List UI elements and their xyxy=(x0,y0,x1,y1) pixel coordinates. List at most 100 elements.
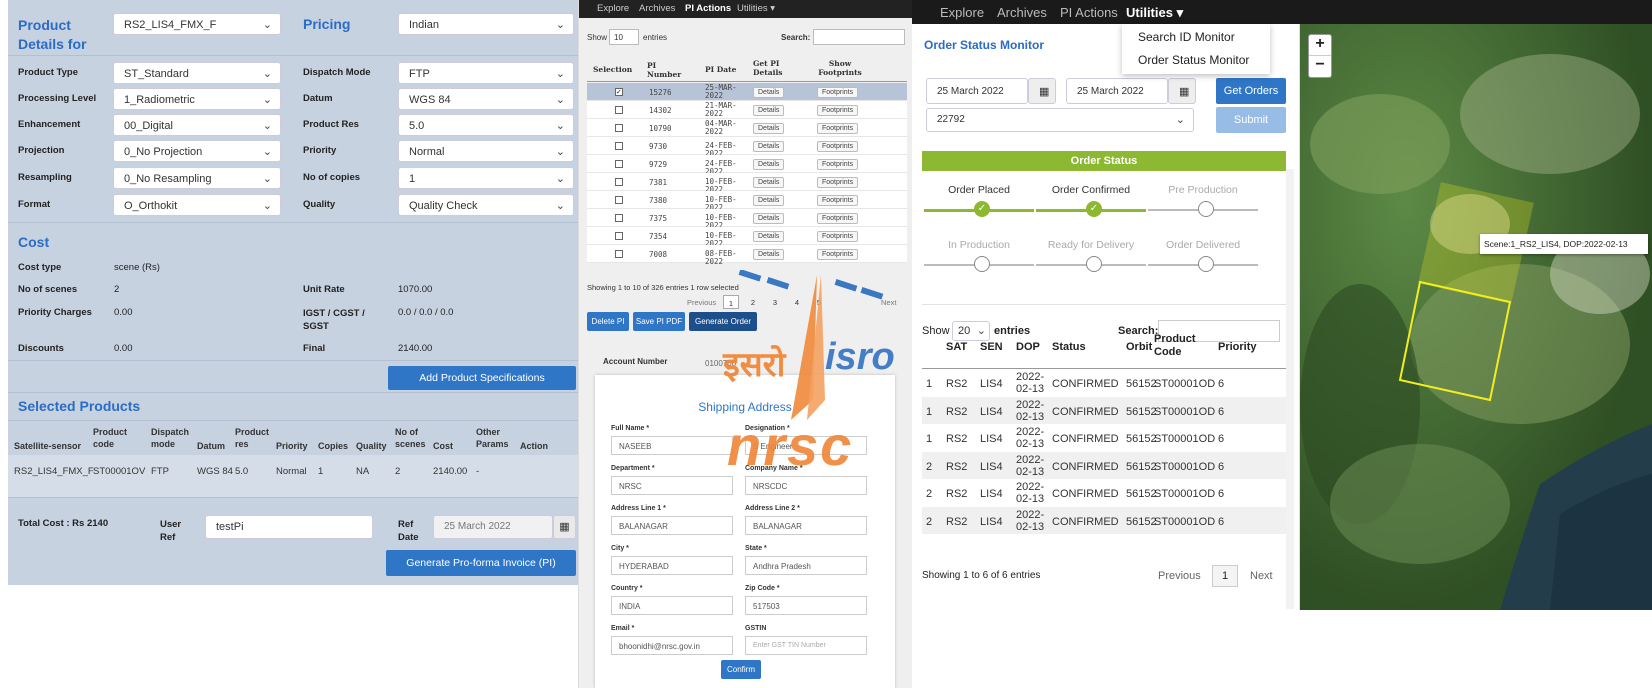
zoom-in-button[interactable]: + xyxy=(1309,35,1331,56)
footprints-button[interactable]: Footprints xyxy=(817,123,859,134)
field-select[interactable]: O_Orthokit ⌄ xyxy=(113,194,281,216)
menu-item-order-status-monitor[interactable]: Order Status Monitor xyxy=(1138,53,1249,67)
details-button[interactable]: Details xyxy=(753,213,785,224)
next-page[interactable]: Next xyxy=(881,298,896,307)
field-input[interactable]: 517503 xyxy=(745,596,867,615)
delete-pi-button[interactable]: Delete PI xyxy=(587,312,629,331)
field-input[interactable]: NASEEB xyxy=(611,436,733,455)
pricing-select[interactable]: Indian ⌄ xyxy=(398,13,574,35)
row-checkbox[interactable] xyxy=(615,214,623,222)
entries-select[interactable]: 10 xyxy=(609,29,639,45)
page-2[interactable]: 2 xyxy=(745,295,761,309)
field-select[interactable]: 1 ⌄ xyxy=(398,167,574,189)
field-select[interactable]: 5.0 ⌄ xyxy=(398,114,574,136)
row-checkbox[interactable] xyxy=(615,178,623,186)
footprints-button[interactable]: Footprints xyxy=(817,105,859,116)
confirm-button[interactable]: Confirm xyxy=(721,660,761,679)
to-date-input[interactable]: 25 March 2022 xyxy=(1066,78,1168,104)
row-checkbox[interactable]: ✓ xyxy=(615,88,623,96)
footprints-button[interactable]: Footprints xyxy=(817,159,859,170)
details-button[interactable]: Details xyxy=(753,195,785,206)
from-date-input[interactable]: 25 March 2022 xyxy=(926,78,1028,104)
entries-select[interactable]: 20 ⌄ xyxy=(952,321,990,341)
search-input[interactable] xyxy=(813,29,905,45)
ref-date-input[interactable]: 25 March 2022 xyxy=(433,515,553,539)
zoom-out-button[interactable]: − xyxy=(1309,56,1331,77)
pi-table-row[interactable]: 9729 24-FEB-2022 Details Footprints xyxy=(587,155,907,176)
page-1[interactable]: 1 xyxy=(1212,565,1238,587)
footprints-button[interactable]: Footprints xyxy=(817,87,859,98)
row-checkbox[interactable] xyxy=(615,142,623,150)
row-checkbox[interactable] xyxy=(615,250,623,258)
nav-explore[interactable]: Explore xyxy=(597,3,629,14)
row-checkbox[interactable] xyxy=(615,160,623,168)
pi-table-row[interactable]: 7380 10-FEB-2022 Details Footprints xyxy=(587,191,907,212)
footprints-button[interactable]: Footprints xyxy=(817,141,859,152)
calendar-icon[interactable]: ▦ xyxy=(1028,78,1056,104)
field-select[interactable]: Normal ⌄ xyxy=(398,140,574,162)
page-3[interactable]: 3 xyxy=(767,295,783,309)
field-select[interactable]: FTP ⌄ xyxy=(398,62,574,84)
pi-table-row[interactable]: ✓ 15276 25-MAR-2022 Details Footprints xyxy=(587,83,907,101)
generate-order-button[interactable]: Generate Order xyxy=(689,312,757,331)
row-checkbox[interactable] xyxy=(615,106,623,114)
field-select[interactable]: 00_Digital ⌄ xyxy=(113,114,281,136)
order-id-select[interactable]: 22792 ⌄ xyxy=(926,108,1194,132)
prev-page[interactable]: Previous xyxy=(1158,570,1201,582)
calendar-icon[interactable]: ▦ xyxy=(1168,78,1196,104)
field-select[interactable]: ST_Standard ⌄ xyxy=(113,62,281,84)
nav-pi-actions[interactable]: PI Actions xyxy=(685,3,731,14)
menu-item-search-id-monitor[interactable]: Search ID Monitor xyxy=(1138,30,1235,44)
nav-pi-actions[interactable]: PI Actions xyxy=(1060,5,1118,20)
pi-table-row[interactable]: 10790 04-MAR-2022 Details Footprints xyxy=(587,119,907,137)
field-input[interactable]: Enter GST TIN Number xyxy=(745,636,867,655)
page-4[interactable]: 4 xyxy=(789,295,805,309)
footprints-button[interactable]: Footprints xyxy=(817,177,859,188)
footprints-button[interactable]: Footprints xyxy=(817,231,859,242)
next-page[interactable]: Next xyxy=(1250,570,1273,582)
row-checkbox[interactable] xyxy=(615,232,623,240)
field-input[interactable]: INDIA xyxy=(611,596,733,615)
generate-pi-button[interactable]: Generate Pro-forma Invoice (PI) xyxy=(386,550,576,576)
field-input[interactable]: NRSCDC xyxy=(745,476,867,495)
field-select[interactable]: 1_Radiometric ⌄ xyxy=(113,88,281,110)
field-select[interactable]: WGS 84 ⌄ xyxy=(398,88,574,110)
pi-table-row[interactable]: 14302 21-MAR-2022 Details Footprints xyxy=(587,101,907,119)
scrollbar[interactable] xyxy=(1286,169,1294,609)
details-button[interactable]: Details xyxy=(753,231,785,242)
field-input[interactable]: HYDERABAD xyxy=(611,556,733,575)
nav-utilities[interactable]: Utilities ▾ xyxy=(737,3,775,14)
product-select[interactable]: RS2_LIS4_FMX_F ⌄ xyxy=(113,13,281,35)
details-button[interactable]: Details xyxy=(753,249,785,260)
row-checkbox[interactable] xyxy=(615,196,623,204)
pi-table-row[interactable]: 9730 24-FEB-2022 Details Footprints xyxy=(587,137,907,158)
footprints-button[interactable]: Footprints xyxy=(817,195,859,206)
footprints-button[interactable]: Footprints xyxy=(817,213,859,224)
details-button[interactable]: Details xyxy=(753,105,785,116)
nav-utilities[interactable]: Utilities ▾ xyxy=(1126,5,1183,21)
pi-table-row[interactable]: 7381 10-FEB-2022 Details Footprints xyxy=(587,173,907,194)
field-select[interactable]: Quality Check ⌄ xyxy=(398,194,574,216)
prev-page[interactable]: Previous xyxy=(687,298,716,307)
satellite-map[interactable]: + − Scene:1_RS2_LIS4, DOP:2022-02-13 xyxy=(1300,24,1652,610)
footprints-button[interactable]: Footprints xyxy=(817,249,859,260)
field-input[interactable]: BALANAGAR xyxy=(745,516,867,535)
save-pi-pdf-button[interactable]: Save PI PDF xyxy=(633,312,685,331)
page-1[interactable]: 1 xyxy=(723,295,739,309)
field-input[interactable]: S Engineer xyxy=(745,436,867,455)
row-checkbox[interactable] xyxy=(615,124,623,132)
details-button[interactable]: Details xyxy=(753,177,785,188)
field-input[interactable]: bhoonidhi@nrsc.gov.in xyxy=(611,636,733,655)
details-button[interactable]: Details xyxy=(753,159,785,170)
field-select[interactable]: 0_No Projection ⌄ xyxy=(113,140,281,162)
pi-table-row[interactable]: 7008 08-FEB-2022 Details Footprints xyxy=(587,245,907,266)
submit-button[interactable]: Submit xyxy=(1216,107,1286,133)
details-button[interactable]: Details xyxy=(753,87,785,98)
field-input[interactable]: Andhra Pradesh xyxy=(745,556,867,575)
nav-archives[interactable]: Archives xyxy=(997,5,1047,20)
pi-table-row[interactable]: 7354 10-FEB-2022 Details Footprints xyxy=(587,227,907,248)
details-button[interactable]: Details xyxy=(753,123,785,134)
field-input[interactable]: BALANAGAR xyxy=(611,516,733,535)
field-input[interactable]: NRSC xyxy=(611,476,733,495)
nav-archives[interactable]: Archives xyxy=(639,3,675,14)
